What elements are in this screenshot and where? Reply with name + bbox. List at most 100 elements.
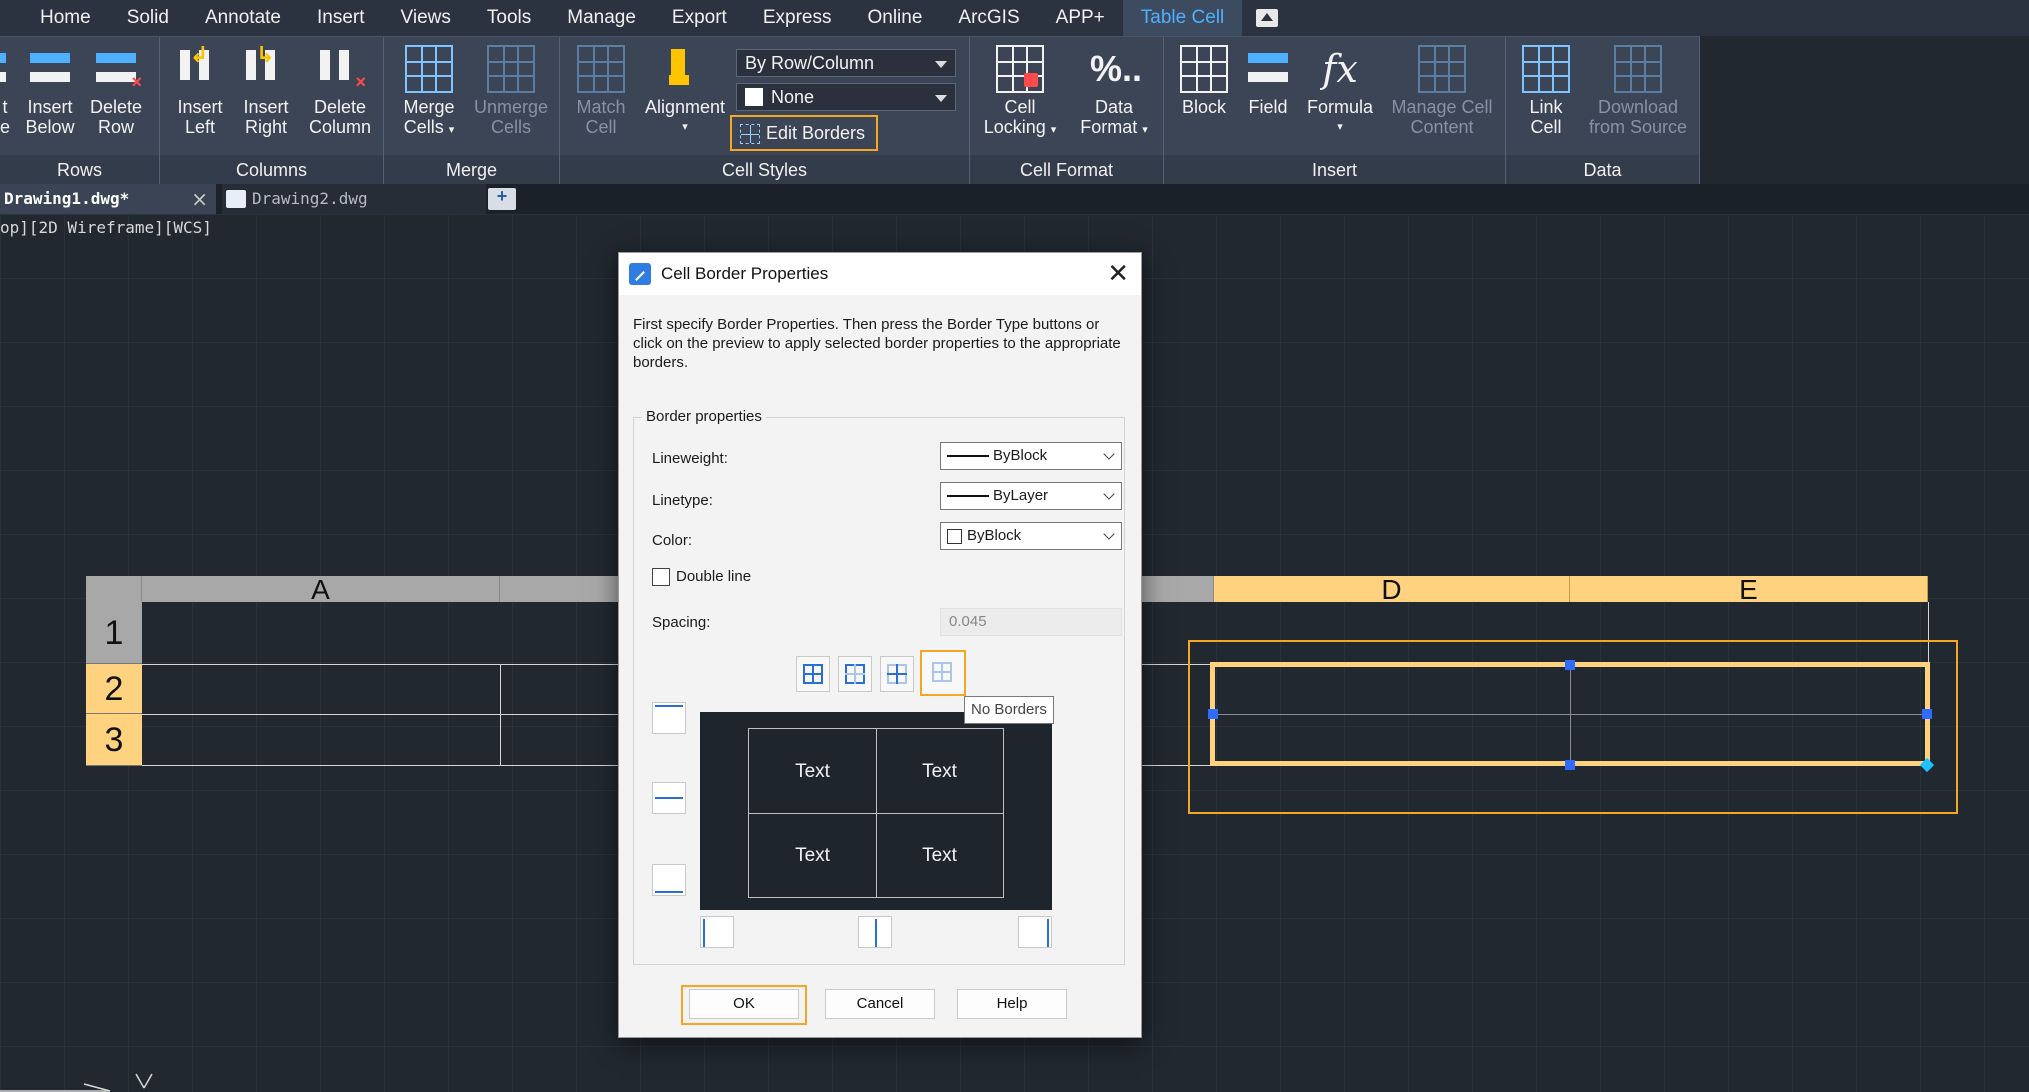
menu-export[interactable]: Export	[654, 0, 745, 36]
right-border-icon	[1047, 919, 1049, 947]
menu-manage[interactable]: Manage	[549, 0, 654, 36]
link-cell-button[interactable]: Link Cell	[1516, 45, 1576, 137]
alignment-button[interactable]: Alignment ▾	[640, 45, 730, 137]
grip-handle[interactable]	[1922, 709, 1932, 719]
viewport-label[interactable]: op][2D Wireframe][WCS]	[0, 218, 212, 237]
menu-home[interactable]: Home	[22, 0, 109, 36]
menu-table-cell[interactable]: Table Cell	[1122, 0, 1243, 36]
table-line	[142, 765, 622, 766]
inside-borders-button[interactable]	[880, 656, 914, 692]
insert-below-button[interactable]: Insert Below	[20, 45, 80, 137]
ribbon: t e Insert Below × Delete Row Rows ↲ Ins…	[0, 36, 1700, 185]
row-header-3[interactable]: 3	[86, 714, 142, 766]
row-header-2[interactable]: 2	[86, 664, 142, 714]
ok-button[interactable]: OK	[689, 989, 799, 1019]
unmerge-cells-button[interactable]: Unmerge Cells	[470, 45, 552, 137]
dialog-description: First specify Border Properties. Then pr…	[633, 316, 1121, 371]
formula-button[interactable]: fx Formula ▾	[1300, 45, 1380, 137]
delete-column-button[interactable]: × Delete Column	[304, 45, 376, 137]
match-cell-label-1: Match	[576, 97, 626, 117]
cell-style-select[interactable]: By Row/Column	[736, 49, 956, 77]
field-button[interactable]: Field	[1240, 45, 1296, 117]
menu-online[interactable]: Online	[849, 0, 940, 36]
cell-fill-select[interactable]: None	[736, 83, 956, 111]
edit-borders-button[interactable]: Edit Borders	[730, 115, 878, 151]
spacing-label: Spacing:	[652, 614, 711, 631]
data-panel-title: Data	[1506, 155, 1699, 185]
formula-caret: ▾	[1337, 121, 1343, 133]
tooltip: No Borders	[964, 696, 1054, 724]
lineweight-select[interactable]: ByBlock	[940, 442, 1122, 470]
menu-annotate[interactable]: Annotate	[187, 0, 299, 36]
column-header-d[interactable]: D	[1214, 576, 1570, 604]
merge-cells-label-1: Merge	[403, 97, 455, 117]
chevron-down-icon	[1103, 528, 1115, 540]
delete-row-label-1: Delete	[89, 97, 143, 117]
close-icon[interactable]: ×	[191, 184, 208, 214]
new-tab-button[interactable]	[488, 186, 516, 210]
top-border-button[interactable]	[652, 702, 686, 734]
column-header-b[interactable]	[500, 576, 620, 602]
menu-app-plus[interactable]: APP+	[1038, 0, 1123, 36]
merge-cells-button[interactable]: Merge Cells ▾	[394, 45, 464, 140]
right-border-button[interactable]	[1018, 916, 1052, 948]
preview-table[interactable]: Text Text Text Text	[748, 728, 1004, 898]
menu-express[interactable]: Express	[745, 0, 850, 36]
menu-insert[interactable]: Insert	[299, 0, 383, 36]
insert-left-button[interactable]: ↲ Insert Left	[170, 44, 230, 137]
cancel-button[interactable]: Cancel	[825, 989, 935, 1019]
bottom-border-button[interactable]	[652, 864, 686, 896]
left-border-button[interactable]	[700, 916, 734, 948]
border-properties-group: Border properties Lineweight: ByBlock Li…	[633, 408, 1125, 965]
match-cell-icon	[577, 45, 625, 93]
menu-views[interactable]: Views	[383, 0, 469, 36]
cell-locking-button[interactable]: Cell Locking ▾	[976, 45, 1064, 140]
no-borders-button[interactable]	[920, 650, 966, 696]
inside-horizontal-border-button[interactable]	[652, 782, 686, 814]
column-header-c[interactable]	[1142, 576, 1214, 602]
ribbon-collapse-icon[interactable]	[1256, 9, 1279, 27]
dialog-titlebar[interactable]: Cell Border Properties ✕	[619, 253, 1141, 295]
color-select[interactable]: ByBlock	[940, 522, 1122, 550]
delete-row-button[interactable]: × Delete Row	[86, 45, 146, 137]
double-line-label: Double line	[676, 568, 752, 585]
linetype-select[interactable]: ByLayer	[940, 482, 1122, 510]
preview-cell: Text	[795, 845, 830, 866]
spacing-input[interactable]: 0.045	[940, 608, 1122, 636]
border-none-icon	[932, 662, 952, 682]
cell-format-panel-title: Cell Format	[970, 155, 1163, 185]
download-from-source-button[interactable]: Download from Source	[1582, 45, 1694, 137]
double-line-checkbox[interactable]	[652, 568, 670, 586]
border-preview[interactable]: Text Text Text Text	[700, 712, 1052, 910]
insert-left-label-1: Insert	[177, 97, 223, 117]
all-borders-button[interactable]	[796, 656, 830, 692]
selected-cells[interactable]	[1210, 662, 1930, 766]
column-header-a[interactable]: A	[142, 576, 500, 604]
row-header-1[interactable]: 1	[86, 602, 142, 664]
insert-above-button[interactable]: t e	[0, 45, 10, 137]
tab-drawing2[interactable]: Drawing2.dwg	[222, 184, 486, 214]
table-line	[500, 664, 501, 765]
manage-cell-content-button[interactable]: Manage Cell Content	[1384, 45, 1500, 137]
data-format-button[interactable]: %.. Data Format ▾	[1070, 45, 1158, 140]
download-from-source-label-2: from Source	[1588, 117, 1688, 137]
column-header-e[interactable]: E	[1570, 576, 1928, 604]
grip-handle[interactable]	[1565, 760, 1575, 770]
menu-solid[interactable]: Solid	[109, 0, 187, 36]
insert-right-button[interactable]: ↳ Insert Right	[236, 44, 296, 137]
table-line	[142, 664, 622, 665]
menu-tools[interactable]: Tools	[469, 0, 549, 36]
color-value: ByBlock	[967, 527, 1022, 544]
grip-handle[interactable]	[1565, 660, 1575, 670]
grip-handle[interactable]	[1208, 709, 1218, 719]
tab-drawing1[interactable]: Drawing1.dwg* ×	[0, 184, 216, 214]
lineweight-value: ByBlock	[993, 447, 1048, 464]
block-button[interactable]: Block	[1172, 45, 1236, 117]
delete-row-icon: ×	[92, 45, 142, 93]
menu-arcgis[interactable]: ArcGIS	[940, 0, 1037, 36]
help-button[interactable]: Help	[957, 989, 1067, 1019]
outside-borders-button[interactable]	[838, 656, 872, 692]
close-icon[interactable]: ✕	[1107, 259, 1129, 289]
match-cell-button[interactable]: Match Cell	[568, 45, 634, 137]
inside-vertical-border-button[interactable]	[858, 916, 892, 948]
